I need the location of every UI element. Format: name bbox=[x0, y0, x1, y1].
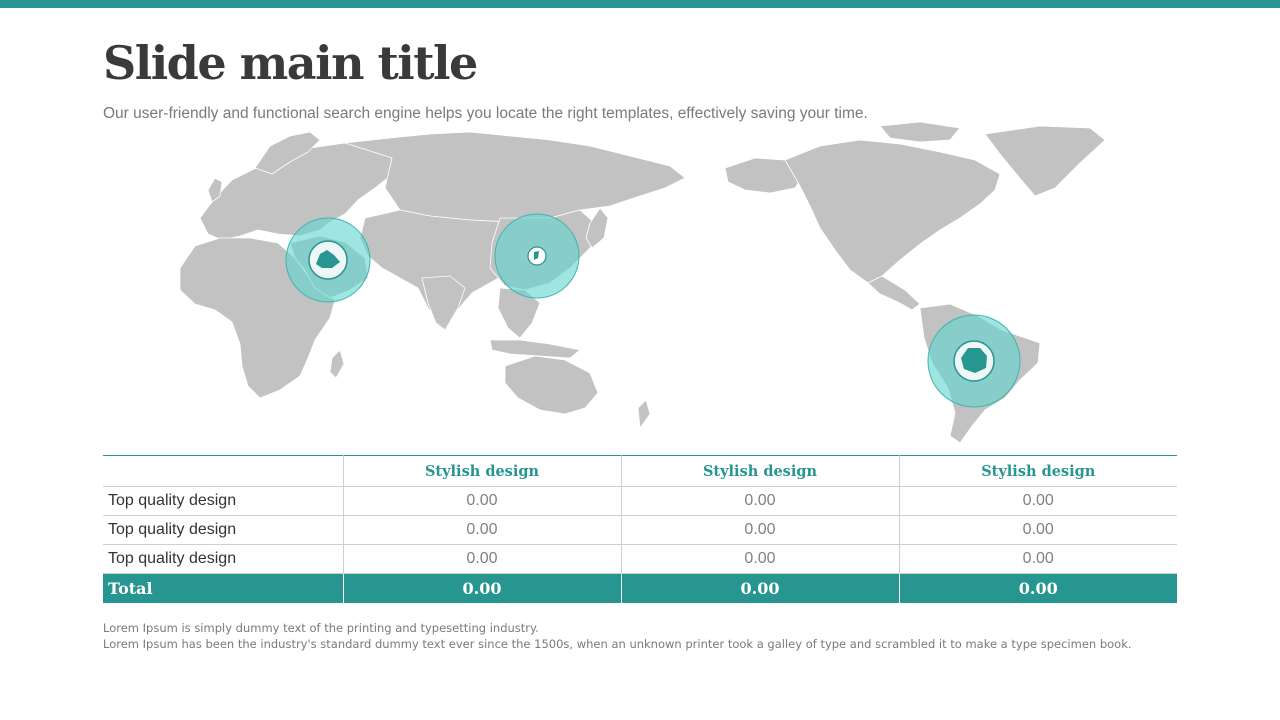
footnote-line-2: Lorem Ipsum has been the industry's stan… bbox=[103, 637, 1132, 651]
new-zealand-landmass bbox=[637, 399, 651, 429]
world-map bbox=[179, 121, 1106, 444]
total-cell: 0.00 bbox=[620, 573, 899, 603]
central-america-landmass bbox=[867, 275, 921, 311]
top-accent-bar bbox=[0, 0, 1280, 8]
table-cell: 0.00 bbox=[342, 544, 621, 574]
row-label: Top quality design bbox=[103, 515, 343, 545]
footnote: Lorem Ipsum is simply dummy text of the … bbox=[103, 620, 1132, 652]
table-cell: 0.00 bbox=[898, 486, 1177, 516]
highlight-middle-east bbox=[285, 217, 371, 303]
highlight-korea bbox=[494, 213, 580, 299]
table-cell: 0.00 bbox=[620, 486, 899, 516]
madagascar-landmass bbox=[329, 349, 345, 379]
slide-title: Slide main title bbox=[103, 36, 478, 90]
total-label: Total bbox=[103, 573, 343, 603]
table-cell: 0.00 bbox=[342, 486, 621, 516]
australia-landmass bbox=[504, 355, 599, 415]
table-cell: 0.00 bbox=[620, 515, 899, 545]
table-header-cell: Stylish design bbox=[342, 455, 621, 487]
footnote-line-1: Lorem Ipsum is simply dummy text of the … bbox=[103, 621, 539, 635]
highlight-bolivia bbox=[927, 314, 1021, 408]
table-cell: 0.00 bbox=[342, 515, 621, 545]
summary-table: Stylish design Stylish design Stylish de… bbox=[103, 455, 1177, 603]
table-row: Top quality design 0.00 0.00 0.00 bbox=[103, 544, 1177, 574]
table-header-corner bbox=[103, 455, 343, 487]
russia-landmass bbox=[344, 131, 686, 223]
table-header-cell: Stylish design bbox=[620, 455, 899, 487]
table-header-cell: Stylish design bbox=[898, 455, 1177, 487]
india-landmass bbox=[421, 275, 466, 331]
table-cell: 0.00 bbox=[898, 515, 1177, 545]
table-row: Top quality design 0.00 0.00 0.00 bbox=[103, 515, 1177, 545]
table-cell: 0.00 bbox=[898, 544, 1177, 574]
total-cell: 0.00 bbox=[898, 573, 1177, 603]
row-label: Top quality design bbox=[103, 486, 343, 516]
indonesia-landmass bbox=[489, 339, 581, 359]
total-cell: 0.00 bbox=[342, 573, 621, 603]
japan-landmass bbox=[585, 207, 609, 249]
table-header-row: Stylish design Stylish design Stylish de… bbox=[103, 455, 1177, 487]
arctic-islands-landmass bbox=[879, 121, 961, 143]
total-row: Total 0.00 0.00 0.00 bbox=[103, 573, 1177, 603]
table-row: Top quality design 0.00 0.00 0.00 bbox=[103, 486, 1177, 516]
table-cell: 0.00 bbox=[620, 544, 899, 574]
row-label: Top quality design bbox=[103, 544, 343, 574]
north-america-landmass bbox=[784, 139, 1001, 284]
greenland-landmass bbox=[984, 125, 1106, 197]
